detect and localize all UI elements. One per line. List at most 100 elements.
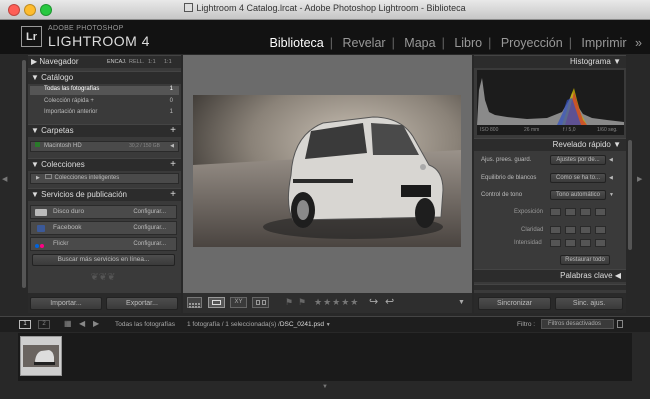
clarity-decrease[interactable] — [565, 226, 576, 234]
grid-view-icon — [189, 303, 200, 308]
adobe-label: ADOBE PHOTOSHOP — [48, 25, 124, 32]
filter-label: Filtro : — [517, 321, 536, 328]
vibrance-increase[interactable] — [580, 239, 591, 247]
catalog-item-all-photos[interactable]: Todas las fotografías 1 — [30, 86, 179, 95]
wb-collapse-icon[interactable]: ◀ — [609, 175, 613, 181]
publish-service-facebook[interactable]: Facebook Configurar... — [30, 221, 177, 235]
vibrance-decrease-large[interactable] — [550, 239, 561, 247]
nav-option-fit[interactable]: ENCAJ. — [107, 56, 127, 68]
configure-flickr-button[interactable]: Configurar... — [133, 238, 166, 250]
reject-flag-icon[interactable]: ⚑ — [298, 297, 306, 308]
white-balance-label: Equilibrio de blancos — [481, 175, 537, 181]
filmstrip-source[interactable]: Todas las fotografías — [115, 321, 175, 328]
focal-length-value: 26 mm — [524, 127, 540, 133]
nav-option-fill[interactable]: RELL. — [129, 56, 144, 68]
configure-hard-drive-button[interactable]: Configurar... — [133, 206, 166, 218]
collections-header[interactable]: ▼ Colecciones + — [28, 158, 181, 171]
lightroom-logo: Lr — [21, 26, 42, 47]
keyword-list-header[interactable] — [474, 284, 626, 290]
forward-arrow-icon[interactable]: ▶ — [93, 319, 99, 328]
sync-button[interactable]: Sincronizar — [478, 297, 551, 310]
loupe-view-button[interactable] — [208, 297, 225, 308]
compare-view-button[interactable]: XY — [230, 297, 247, 308]
navigator-header[interactable]: ▶ Navegador ENCAJ. RELL. 1:1 1:1 — [28, 55, 181, 68]
flag-icon[interactable]: ⚑ — [285, 297, 293, 308]
more-modules-icon[interactable]: » — [635, 36, 642, 50]
module-mapa[interactable]: Mapa — [404, 36, 435, 50]
grid-mode-icon[interactable]: ▦ — [64, 319, 72, 328]
photo-preview[interactable] — [193, 95, 461, 247]
catalog-item-quick-collection[interactable]: Colección rápida +0 — [30, 98, 179, 104]
export-button[interactable]: Exportar... — [106, 297, 178, 310]
module-libro[interactable]: Libro — [454, 36, 482, 50]
module-biblioteca[interactable]: Biblioteca — [270, 36, 324, 50]
filmstrip-info[interactable]: 1 fotografía / 1 seleccionada(s) /DSC_02… — [187, 321, 331, 328]
right-scrollbar[interactable] — [628, 140, 632, 250]
nav-option-ratio[interactable]: 1:1 — [164, 56, 172, 68]
folder-drive-macintosh-hd[interactable]: Macintosh HD 30,2 / 150 GB ◀ — [30, 141, 179, 152]
left-panel-toggle-icon[interactable]: ◀ — [2, 175, 7, 183]
clarity-label: Claridad — [521, 227, 544, 233]
clarity-decrease-large[interactable] — [550, 226, 561, 234]
clarity-increase[interactable] — [580, 226, 591, 234]
filmstrip-thumbnail[interactable] — [20, 336, 62, 376]
keywords-header[interactable]: Palabras clave ◀ — [474, 269, 626, 282]
back-arrow-icon[interactable]: ◀ — [79, 319, 85, 328]
image-viewer[interactable] — [183, 55, 472, 293]
toolbar-options-icon[interactable]: ▼ — [458, 299, 465, 306]
bottom-panel-toggle-icon[interactable]: ▼ — [322, 384, 328, 390]
rotate-right-icon[interactable]: ↩ — [385, 295, 394, 308]
survey-view-button[interactable] — [252, 297, 269, 308]
module-revelar[interactable]: Revelar — [342, 36, 385, 50]
add-publish-service-icon[interactable]: + — [170, 189, 176, 201]
module-imprimir[interactable]: Imprimir — [581, 36, 626, 50]
filter-lock-icon[interactable] — [617, 320, 623, 328]
star-rating[interactable]: ★★★★★ — [314, 297, 359, 308]
add-collection-icon[interactable]: + — [170, 159, 176, 171]
lightroom-window: Lightroom 4 Catalog.lrcat - Adobe Photos… — [0, 0, 650, 399]
iso-value: ISO 800 — [480, 127, 499, 133]
quick-develop-header[interactable]: Revelado rápido ▼ — [474, 138, 626, 151]
rotate-left-icon[interactable]: ↪ — [369, 295, 378, 308]
exposure-label: Exposición — [514, 209, 544, 215]
find-more-services-button[interactable]: Buscar más servicios en línea... — [32, 254, 175, 266]
publish-services-header[interactable]: ▼ Servicios de publicación + — [28, 188, 181, 201]
smart-collections-item[interactable]: ▶ Colecciones inteligentes — [30, 173, 179, 184]
publish-service-flickr[interactable]: Flickr Configurar... — [30, 237, 177, 251]
exposure-increase[interactable] — [580, 208, 591, 216]
auto-tone-button[interactable]: Tono automático — [550, 190, 606, 200]
filter-select[interactable]: Filtros desactivados — [541, 319, 614, 329]
nav-option-1to1[interactable]: 1:1 — [148, 56, 156, 68]
thumbnail-image — [23, 345, 59, 367]
histogram-header[interactable]: Histograma ▼ — [474, 55, 626, 68]
exposure-increase-large[interactable] — [595, 208, 606, 216]
right-panel-toggle-icon[interactable]: ▶ — [637, 175, 642, 183]
left-scrollbar[interactable] — [22, 60, 26, 288]
tone-collapse-icon[interactable]: ▼ — [609, 192, 614, 198]
secondary-window-button[interactable]: 2 — [38, 320, 50, 329]
primary-window-button[interactable]: 1 — [19, 320, 31, 329]
reset-all-button[interactable]: Restaurar todo — [560, 255, 610, 265]
import-button[interactable]: Importar... — [30, 297, 102, 310]
exposure-decrease[interactable] — [565, 208, 576, 216]
saved-preset-select[interactable]: Ajustes por de... — [550, 155, 606, 165]
clarity-increase-large[interactable] — [595, 226, 606, 234]
vibrance-decrease[interactable] — [565, 239, 576, 247]
configure-facebook-button[interactable]: Configurar... — [133, 222, 166, 234]
grid-view-button[interactable] — [187, 297, 202, 308]
catalog-header[interactable]: ▼ Catálogo — [28, 71, 181, 84]
car-photo — [193, 95, 461, 247]
catalog-item-previous-import[interactable]: Importación anterior 1 — [30, 109, 179, 115]
publish-service-hard-drive[interactable]: Disco duro Configurar... — [30, 205, 177, 219]
preset-collapse-icon[interactable]: ◀ — [609, 157, 613, 163]
add-folder-icon[interactable]: + — [170, 125, 176, 137]
aperture-value: f / 5,0 — [563, 127, 576, 133]
module-proyeccion[interactable]: Proyección — [501, 36, 563, 50]
sync-settings-button[interactable]: Sinc. ajus. — [555, 297, 623, 310]
exposure-decrease-large[interactable] — [550, 208, 561, 216]
drive-status-icon — [35, 142, 40, 147]
folders-header[interactable]: ▼ Carpetas + — [28, 124, 181, 137]
drive-expand-icon[interactable]: ◀ — [170, 142, 174, 151]
white-balance-select[interactable]: Como se ha to... — [550, 173, 606, 183]
vibrance-increase-large[interactable] — [595, 239, 606, 247]
